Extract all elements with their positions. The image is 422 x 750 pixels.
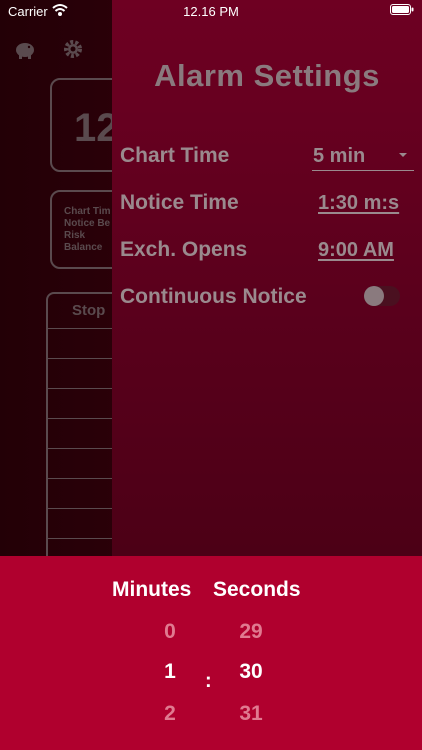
chart-time-underline bbox=[312, 170, 414, 171]
chart-time-label: Chart Time bbox=[120, 144, 230, 167]
notice-time-label: Notice Time bbox=[120, 191, 239, 214]
minutes-selected[interactable]: 1 bbox=[145, 660, 195, 684]
panel-title: Alarm Settings bbox=[154, 58, 380, 93]
exch-opens-value[interactable]: 9:00 AM bbox=[318, 239, 394, 262]
continuous-notice-label: Continuous Notice bbox=[120, 285, 307, 308]
alarm-settings-panel: Alarm Settings Chart Time 5 min Notice T… bbox=[112, 0, 422, 556]
gear-icon[interactable] bbox=[62, 38, 84, 60]
chart-time-select[interactable]: 5 min bbox=[313, 145, 365, 168]
info-line-chart-time: Chart Tim bbox=[64, 206, 111, 217]
continuous-notice-toggle[interactable] bbox=[364, 286, 400, 306]
seconds-header: Seconds bbox=[213, 578, 301, 601]
seconds-option[interactable]: 29 bbox=[226, 620, 276, 644]
time-picker: Minutes Seconds bbox=[0, 556, 422, 750]
info-line-notice: Notice Be bbox=[64, 218, 111, 229]
status-bar: Carrier 12.16 PM bbox=[0, 0, 422, 24]
table-header: Stop bbox=[72, 302, 106, 319]
piggy-bank-icon[interactable] bbox=[14, 38, 36, 60]
picker-separator: : bbox=[205, 670, 212, 692]
toggle-knob bbox=[364, 286, 384, 306]
info-line-balance: Balance bbox=[64, 242, 103, 253]
exch-opens-label: Exch. Opens bbox=[120, 238, 248, 261]
status-time: 12.16 PM bbox=[183, 4, 239, 19]
notice-time-value[interactable]: 1:30 m:s bbox=[318, 192, 399, 215]
seconds-option[interactable]: 31 bbox=[226, 702, 276, 726]
minutes-option[interactable]: 2 bbox=[145, 702, 195, 726]
minutes-header: Minutes bbox=[112, 578, 192, 601]
seconds-selected[interactable]: 30 bbox=[226, 660, 276, 684]
chevron-down-icon[interactable] bbox=[397, 150, 409, 160]
info-line-risk: Risk bbox=[64, 230, 86, 241]
minutes-option[interactable]: 0 bbox=[145, 620, 195, 644]
battery-icon bbox=[390, 4, 414, 15]
